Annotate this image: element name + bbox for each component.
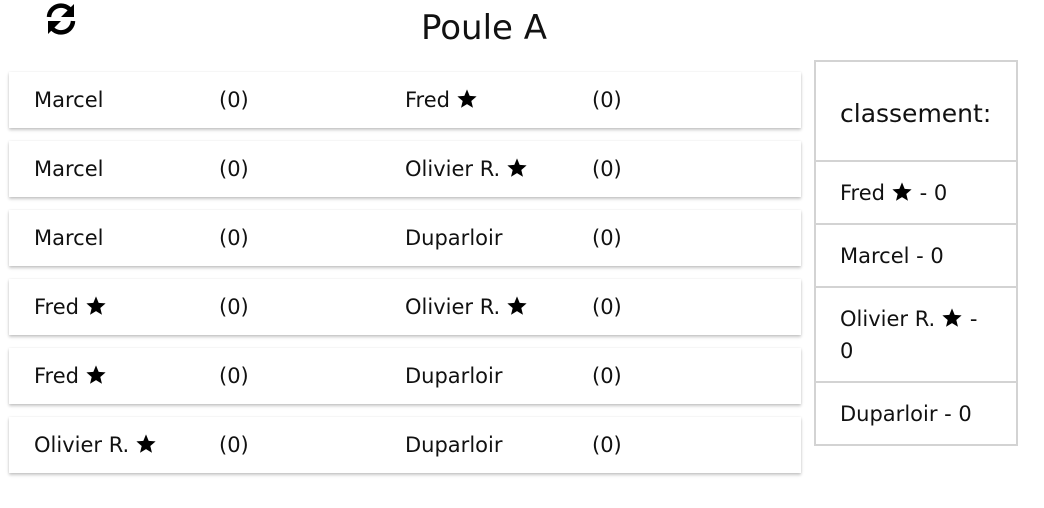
match-player1-name: Olivier R. xyxy=(34,417,157,473)
star-icon xyxy=(941,306,963,328)
ranking-title: classement: xyxy=(816,62,1016,162)
player-name-text: Olivier R. xyxy=(405,295,501,319)
star-icon xyxy=(85,351,107,384)
player-name-text: Olivier R. xyxy=(405,157,501,181)
match-player2-name: Duparloir xyxy=(405,348,502,404)
ranking-item: Duparloir - 0 xyxy=(816,383,1016,444)
ranking-item: Marcel - 0 xyxy=(816,225,1016,288)
match-player1-score: (0) xyxy=(219,88,249,112)
ranking-player-name: Duparloir xyxy=(840,402,938,426)
match-player2-name: Duparloir xyxy=(405,417,502,473)
match-row[interactable]: Fred (0) Duparloir (0) xyxy=(9,348,801,404)
match-player2-score: (0) xyxy=(592,157,622,181)
page: Poule A Marcel (0) Fred (0) Marcel (0) Olivier… xyxy=(0,0,1044,508)
match-player1-name: Marcel xyxy=(34,210,103,266)
match-player2-score: (0) xyxy=(592,364,622,388)
match-player2-name: Fred xyxy=(405,72,478,128)
star-icon xyxy=(506,144,528,177)
ranking-points: - 0 xyxy=(916,244,944,268)
star-icon xyxy=(506,282,528,315)
ranking-list: Fred - 0 Marcel - 0 Olivier R. - 0 Duparloi… xyxy=(816,162,1016,444)
ranking-player-name: Marcel xyxy=(840,244,910,268)
player-name-text: Duparloir xyxy=(405,226,503,250)
match-player1-name: Fred xyxy=(34,279,107,335)
player-name-text: Fred xyxy=(34,295,79,319)
player-name-text: Olivier R. xyxy=(34,433,130,457)
match-player1-name: Marcel xyxy=(34,72,103,128)
match-player1-name: Fred xyxy=(34,348,107,404)
match-list: Marcel (0) Fred (0) Marcel (0) Olivier R. (0) Ma… xyxy=(9,72,801,486)
match-player2-name: Olivier R. xyxy=(405,141,528,197)
match-player2-score: (0) xyxy=(592,433,622,457)
star-icon xyxy=(85,282,107,315)
match-player2-score: (0) xyxy=(592,88,622,112)
ranking-item: Olivier R. - 0 xyxy=(816,288,1016,383)
match-player1-score: (0) xyxy=(219,433,249,457)
player-name-text: Marcel xyxy=(34,88,104,112)
match-player1-score: (0) xyxy=(219,295,249,319)
ranking-player-name: Fred xyxy=(840,181,885,205)
match-player1-name: Marcel xyxy=(34,141,103,197)
player-name-text: Fred xyxy=(405,88,450,112)
match-player1-score: (0) xyxy=(219,157,249,181)
match-player2-name: Duparloir xyxy=(405,210,502,266)
ranking-points: - 0 xyxy=(919,181,948,205)
match-player1-score: (0) xyxy=(219,226,249,250)
match-player1-score: (0) xyxy=(219,364,249,388)
player-name-text: Marcel xyxy=(34,226,104,250)
ranking-panel: classement: Fred - 0 Marcel - 0 Olivier R.… xyxy=(814,60,1018,446)
match-row[interactable]: Fred (0) Olivier R. (0) xyxy=(9,279,801,335)
star-icon xyxy=(891,180,913,202)
player-name-text: Fred xyxy=(34,364,79,388)
player-name-text: Duparloir xyxy=(405,364,503,388)
page-title: Poule A xyxy=(420,8,548,48)
star-icon xyxy=(456,75,478,108)
ranking-points: - 0 xyxy=(944,402,972,426)
match-row[interactable]: Marcel (0) Olivier R. (0) xyxy=(9,141,801,197)
player-name-text: Duparloir xyxy=(405,433,503,457)
star-icon xyxy=(135,420,157,453)
player-name-text: Marcel xyxy=(34,157,104,181)
match-player2-name: Olivier R. xyxy=(405,279,528,335)
match-row[interactable]: Olivier R. (0) Duparloir (0) xyxy=(9,417,801,473)
match-row[interactable]: Marcel (0) Duparloir (0) xyxy=(9,210,801,266)
match-row[interactable]: Marcel (0) Fred (0) xyxy=(9,72,801,128)
match-player2-score: (0) xyxy=(592,226,622,250)
ranking-player-name: Olivier R. xyxy=(840,307,936,331)
match-player2-score: (0) xyxy=(592,295,622,319)
ranking-item: Fred - 0 xyxy=(816,162,1016,225)
